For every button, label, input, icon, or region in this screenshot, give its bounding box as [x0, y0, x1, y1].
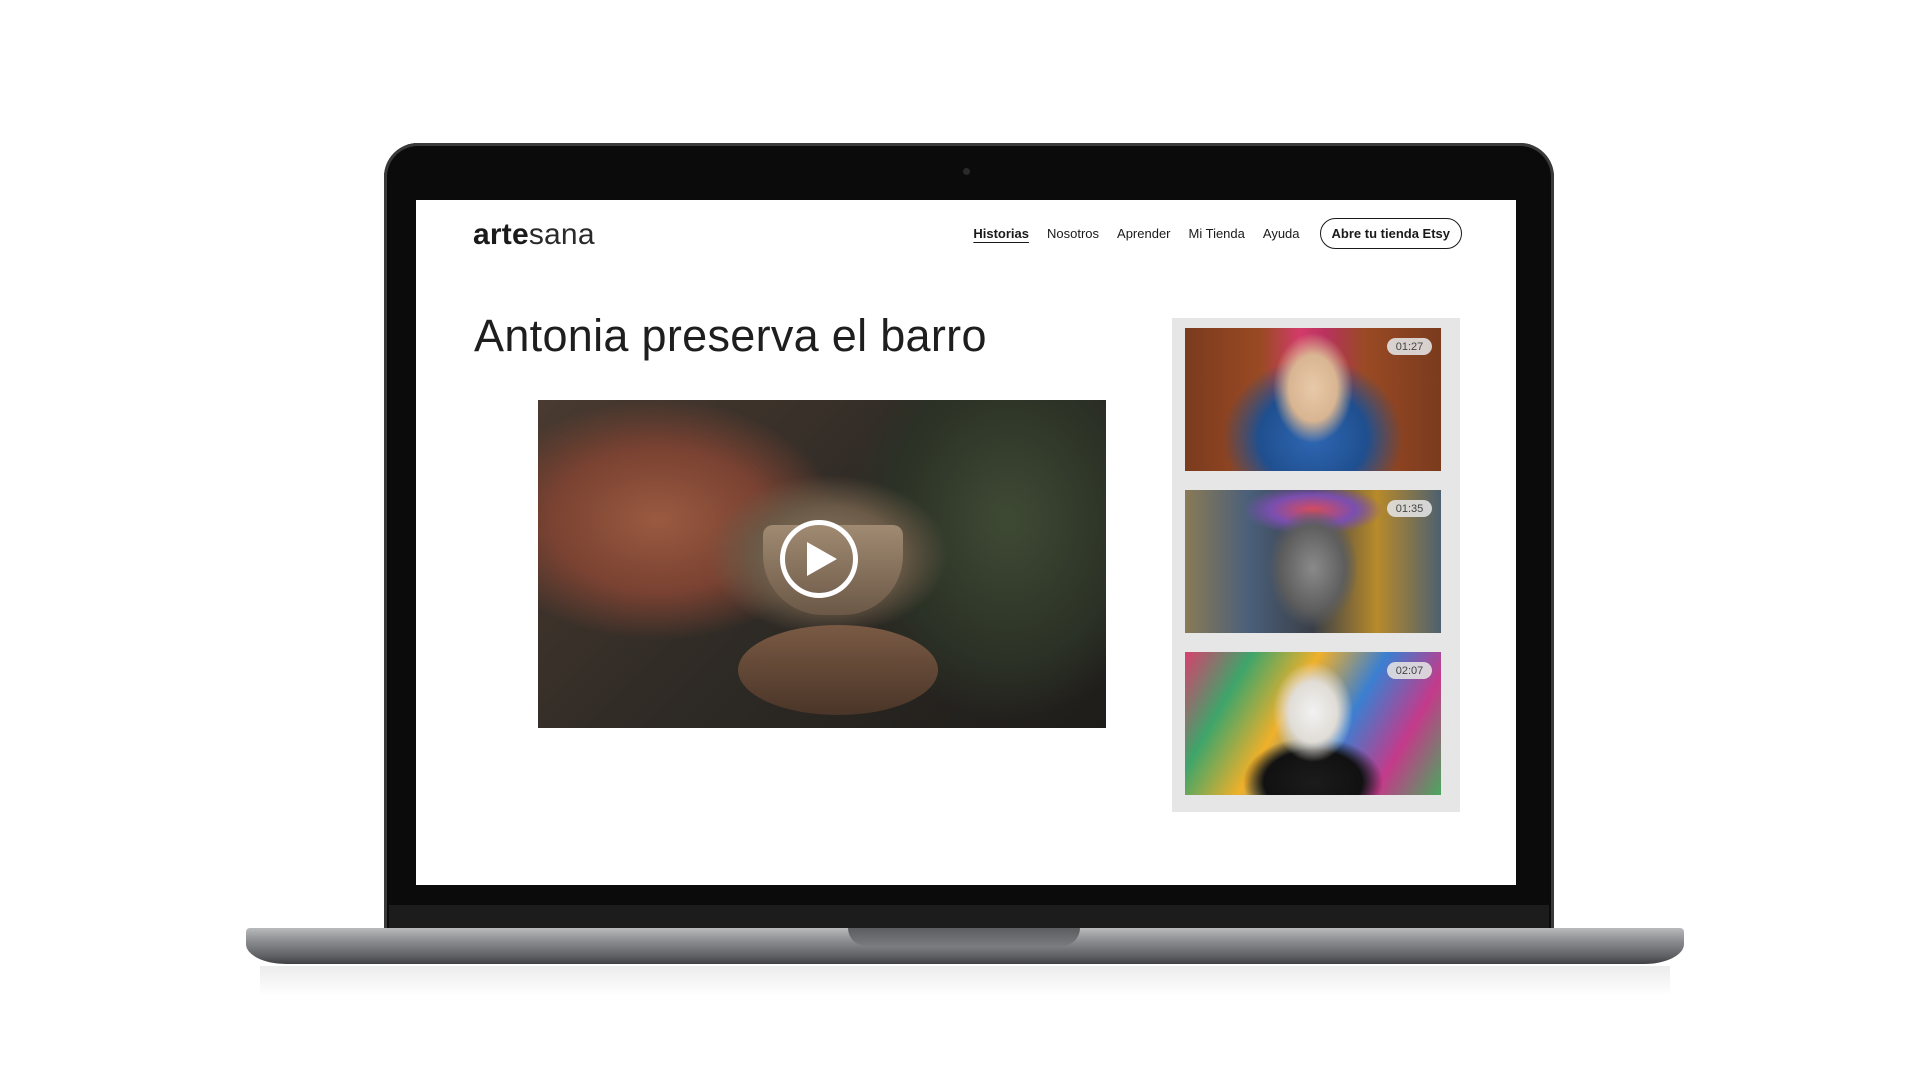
play-button[interactable]: [780, 520, 858, 598]
duration-badge: 01:35: [1387, 500, 1432, 517]
site-logo[interactable]: artesana: [473, 218, 595, 252]
open-etsy-shop-button[interactable]: Abre tu tienda Etsy: [1319, 218, 1462, 249]
laptop-reflection: [260, 966, 1670, 996]
video-thumbnail[interactable]: 01:27: [1185, 328, 1441, 471]
camera-icon: [963, 168, 970, 175]
logo-bold: arte: [473, 218, 529, 251]
pottery-wheel-image: [738, 625, 938, 715]
page-title: Antonia preserva el barro: [474, 310, 987, 361]
nav-item-nosotros[interactable]: Nosotros: [1047, 226, 1099, 241]
laptop-notch: [848, 928, 1080, 946]
laptop-screen: artesana Historias Nosotros Aprender Mi …: [416, 200, 1516, 885]
featured-video[interactable]: [538, 400, 1106, 728]
video-thumbnail[interactable]: 02:07: [1185, 652, 1441, 795]
laptop-bezel-bottom: [389, 905, 1549, 930]
duration-badge: 02:07: [1387, 662, 1432, 679]
video-list: 01:27 01:35 02:07: [1172, 318, 1460, 812]
video-thumbnail[interactable]: 01:35: [1185, 490, 1441, 633]
main-nav: Historias Nosotros Aprender Mi Tienda Ay…: [955, 218, 1462, 249]
duration-badge: 01:27: [1387, 338, 1432, 355]
nav-item-ayuda[interactable]: Ayuda: [1263, 226, 1300, 241]
play-icon: [807, 542, 837, 576]
nav-item-mi-tienda[interactable]: Mi Tienda: [1189, 226, 1245, 241]
logo-light: sana: [528, 218, 595, 251]
nav-item-aprender[interactable]: Aprender: [1117, 226, 1170, 241]
nav-item-historias[interactable]: Historias: [973, 226, 1029, 241]
